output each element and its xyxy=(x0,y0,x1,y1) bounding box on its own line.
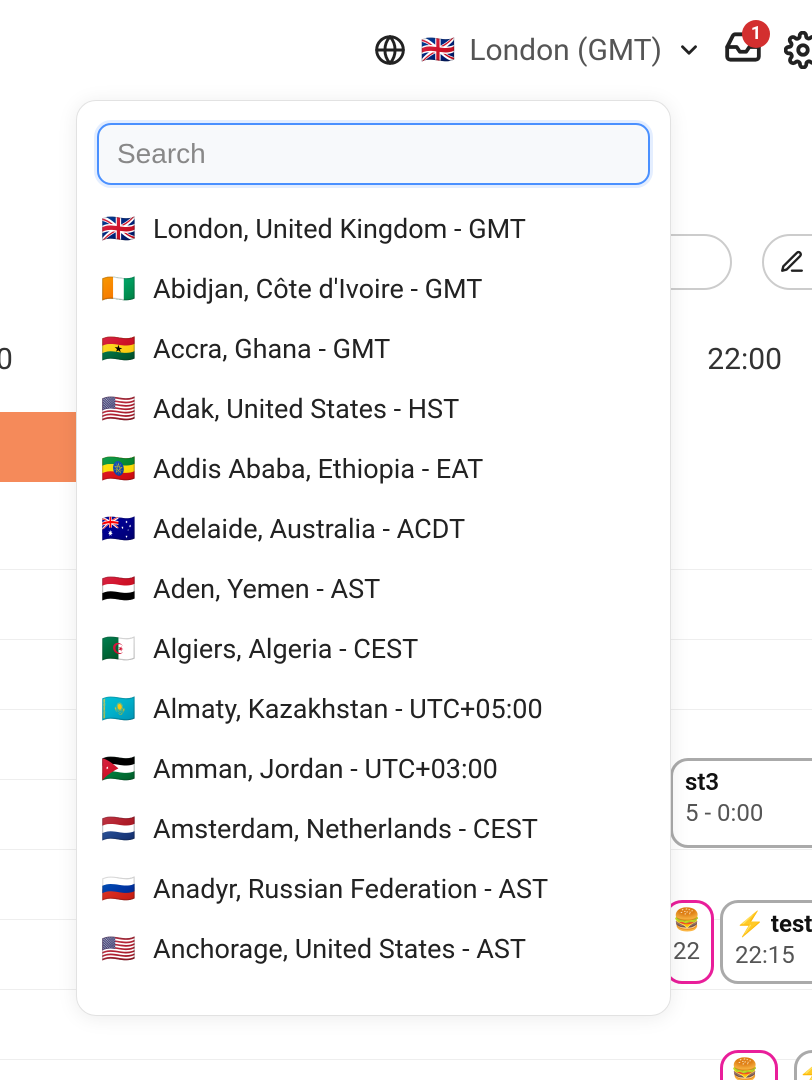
chevron-down-icon xyxy=(676,37,702,63)
flag-icon: 🇳🇱 xyxy=(101,815,135,843)
timezone-item[interactable]: 🇩🇿 Algiers, Algeria - CEST xyxy=(77,619,670,679)
flag-icon: 🇯🇴 xyxy=(101,755,135,783)
flag-icon: 🇩🇿 xyxy=(101,635,135,663)
event-title-text: test xyxy=(771,910,812,938)
search-wrap xyxy=(77,123,670,199)
timezone-label: Abidjan, Côte d'Ivoire - GMT xyxy=(153,273,482,305)
event-title: ⚡ test xyxy=(735,909,812,940)
flag-icon: 🇨🇮 xyxy=(101,275,135,303)
flag-icon: 🇺🇸 xyxy=(101,935,135,963)
inbox-button[interactable]: 1 xyxy=(724,28,762,73)
timezone-label: Aden, Yemen - AST xyxy=(153,573,380,605)
event-time: 22 xyxy=(673,936,705,967)
topbar: 🇬🇧 London (GMT) 1 xyxy=(0,0,812,100)
event-card-burger-2[interactable]: 🍔 22 xyxy=(720,1050,778,1080)
timezone-label: Anadyr, Russian Federation - AST xyxy=(153,873,548,905)
timezone-label: London, United Kingdom - GMT xyxy=(153,213,526,245)
timezone-label: Adelaide, Australia - ACDT xyxy=(153,513,465,545)
bolt-icon: ⚡ xyxy=(735,910,765,938)
timezone-item[interactable]: 🇾🇪 Aden, Yemen - AST xyxy=(77,559,670,619)
timezone-item[interactable]: 🇳🇱 Amsterdam, Netherlands - CEST xyxy=(77,799,670,859)
timezone-item[interactable]: 🇷🇺 Anadyr, Russian Federation - AST xyxy=(77,859,670,919)
search-input[interactable] xyxy=(97,123,650,185)
event-card-burger-1[interactable]: 🍔 22 xyxy=(664,900,714,984)
event-card-test3[interactable]: st3 5 - 0:00 xyxy=(670,758,812,848)
timezone-item[interactable]: 🇬🇭 Accra, Ghana - GMT xyxy=(77,319,670,379)
event-time: 22:15 xyxy=(735,940,812,971)
timezone-item[interactable]: 🇨🇮 Abidjan, Côte d'Ivoire - GMT xyxy=(77,259,670,319)
timezone-item[interactable]: 🇺🇸 Adak, United States - HST xyxy=(77,379,670,439)
edit-button[interactable] xyxy=(762,234,812,290)
timezone-item[interactable]: 🇰🇿 Almaty, Kazakhstan - UTC+05:00 xyxy=(77,679,670,739)
timezone-dropdown: 🇬🇧 London, United Kingdom - GMT 🇨🇮 Abidjan,… xyxy=(76,100,671,1016)
flag-icon: 🇬🇧 xyxy=(101,215,135,243)
timezone-item[interactable]: 🇯🇴 Amman, Jordan - UTC+03:00 xyxy=(77,739,670,799)
pencil-icon xyxy=(779,249,805,275)
timezone-item[interactable]: 🇪🇹 Addis Ababa, Ethiopia - EAT xyxy=(77,439,670,499)
flag-icon: 🇾🇪 xyxy=(101,575,135,603)
timezone-label: Amsterdam, Netherlands - CEST xyxy=(153,813,538,845)
timezone-label: Accra, Ghana - GMT xyxy=(153,333,390,365)
burger-icon: 🍔 xyxy=(673,907,705,936)
timezone-label: Adak, United States - HST xyxy=(153,393,459,425)
timezone-item[interactable]: 🇦🇺 Adelaide, Australia - ACDT xyxy=(77,499,670,559)
timezone-label: Algiers, Algeria - CEST xyxy=(153,633,418,665)
settings-button[interactable] xyxy=(784,31,812,69)
time-label-left: 0 xyxy=(0,342,13,377)
inbox-badge: 1 xyxy=(742,20,770,48)
timezone-item[interactable]: 🇬🇧 London, United Kingdom - GMT xyxy=(77,199,670,259)
event-time: 5 - 0:00 xyxy=(685,798,812,829)
flag-icon: 🇰🇿 xyxy=(101,695,135,723)
timezone-item[interactable]: 🇺🇸 Anchorage, United States - AST xyxy=(77,919,670,979)
time-label-right: 22:00 xyxy=(707,342,782,377)
flag-icon: 🇬🇭 xyxy=(101,335,135,363)
flag-icon: 🇷🇺 xyxy=(101,875,135,903)
flag-icon: 🇺🇸 xyxy=(101,395,135,423)
event-card-test2[interactable]: ⚡ test 22:15 xyxy=(720,900,812,984)
timezone-list[interactable]: 🇬🇧 London, United Kingdom - GMT 🇨🇮 Abidjan,… xyxy=(77,199,670,1005)
timezone-label: Almaty, Kazakhstan - UTC+05:00 xyxy=(153,693,543,725)
globe-icon xyxy=(374,34,406,66)
selected-timezone-label: London (GMT) xyxy=(469,33,662,68)
flag-icon: 🇪🇹 xyxy=(101,455,135,483)
flag-icon: 🇦🇺 xyxy=(101,515,135,543)
timezone-label: Anchorage, United States - AST xyxy=(153,933,526,965)
event-title: st3 xyxy=(685,767,812,798)
burger-icon: 🍔 xyxy=(731,1057,767,1080)
selected-flag-icon: 🇬🇧 xyxy=(420,36,455,64)
timezone-selector[interactable]: 🇬🇧 London (GMT) xyxy=(374,33,702,68)
timezone-label: Addis Ababa, Ethiopia - EAT xyxy=(153,453,483,485)
bolt-icon: ⚡ xyxy=(798,1059,812,1080)
timezone-label: Amman, Jordan - UTC+03:00 xyxy=(153,753,498,785)
